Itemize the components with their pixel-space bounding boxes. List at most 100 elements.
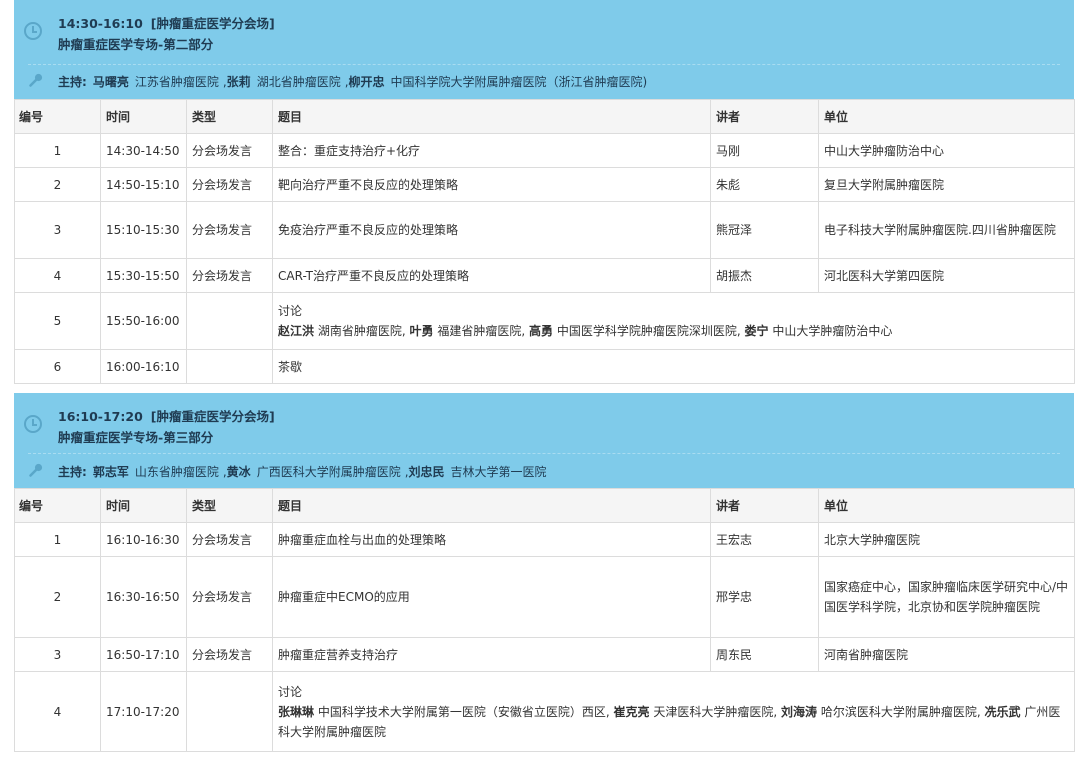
discussant-org: 天津医科大学肿瘤医院	[653, 704, 774, 719]
header-time: 时间	[100, 99, 187, 134]
discussant-name: 冼乐武	[984, 704, 1021, 719]
table-header-row: 编号 时间 类型 题目 讲者 单位	[14, 488, 1075, 523]
session-time-range: 14:30-16:10	[58, 16, 143, 31]
header-time: 时间	[100, 488, 187, 523]
discussant-org: 福建省肿瘤医院	[437, 324, 522, 338]
cell-type	[186, 349, 273, 384]
discussant-name: 娄宁	[744, 324, 769, 338]
session-hosts: 主持: 郭志军 山东省肿瘤医院 ,黄冰 广西医科大学附属肿瘤医院 ,刘忠民 吉林大学第一医院	[58, 463, 551, 480]
cell-topic: 肿瘤重症营养支持治疗	[272, 637, 711, 672]
cell-no: 2	[14, 556, 101, 638]
clock-icon	[24, 415, 42, 433]
cell-org: 复旦大学附属肿瘤医院	[818, 167, 1075, 202]
separator: ,	[976, 704, 981, 719]
hosts-label: 主持:	[58, 75, 87, 89]
agenda-table: 编号 时间 类型 题目 讲者 单位 1 16:10-16:30 分会场发言 肿瘤…	[14, 488, 1075, 752]
discussion-label: 讨论	[278, 304, 303, 318]
cell-time: 16:50-17:10	[100, 637, 187, 672]
header-topic: 题目	[272, 488, 711, 523]
session-hosts: 主持: 马曙亮 江苏省肿瘤医院 ,张莉 湖北省肿瘤医院 ,柳开忠 中国科学院大学附属肿瘤医院…	[58, 73, 651, 90]
cell-time: 14:30-14:50	[100, 133, 187, 168]
separator: ,	[401, 324, 406, 338]
discussant-org: 中国科学技术大学附属第一医院（安徽省立医院）西区	[317, 704, 606, 719]
cell-time: 15:30-15:50	[100, 258, 187, 293]
header-type: 类型	[186, 99, 273, 134]
agenda-table: 编号 时间 类型 题目 讲者 单位 1 14:30-14:50 分会场发言 整合…	[14, 99, 1075, 384]
cell-org: 中山大学肿瘤防治中心	[818, 133, 1075, 168]
cell-speaker: 马刚	[710, 133, 819, 168]
cell-time: 16:10-16:30	[100, 522, 187, 557]
session-header: 16:10-17:20 [肿瘤重症医学分会场] 肿瘤重症医学专场-第三部分 主持:…	[14, 393, 1074, 488]
cell-time: 15:10-15:30	[100, 201, 187, 259]
cell-no: 4	[14, 671, 101, 752]
cell-topic: 免疫治疗严重不良反应的处理策略	[272, 201, 711, 259]
divider	[28, 453, 1060, 454]
divider	[28, 64, 1060, 65]
cell-no: 5	[14, 292, 101, 350]
discussant-name: 张琳琳	[278, 704, 315, 719]
discussant-name: 崔克亮	[613, 704, 650, 719]
discussant-org: 哈尔滨医科大学附属肿瘤医院	[820, 704, 977, 719]
discussant-org: 湖南省肿瘤医院	[317, 324, 402, 338]
table-row: 4 15:30-15:50 分会场发言 CAR-T治疗严重不良反应的处理策略 胡…	[14, 258, 1075, 293]
cell-org: 国家癌症中心，国家肿瘤临床医学研究中心/中国医学科学院，北京协和医学院肿瘤医院	[818, 556, 1075, 638]
host-org: 广西医科大学附属肿瘤医院	[256, 465, 401, 479]
cell-type: 分会场发言	[186, 167, 273, 202]
session-venue: [肿瘤重症医学分会场]	[150, 409, 275, 424]
cell-time: 16:30-16:50	[100, 556, 187, 638]
table-header-row: 编号 时间 类型 题目 讲者 单位	[14, 99, 1075, 134]
cell-type: 分会场发言	[186, 556, 273, 638]
table-row: 1 16:10-16:30 分会场发言 肿瘤重症血栓与出血的处理策略 王宏志 北…	[14, 522, 1075, 557]
cell-time: 16:00-16:10	[100, 349, 187, 384]
cell-org: 河北医科大学第四医院	[818, 258, 1075, 293]
table-row: 2 16:30-16:50 分会场发言 肿瘤重症中ECMO的应用 邢学忠 国家癌…	[14, 556, 1075, 638]
session-title: 16:10-17:20 [肿瘤重症医学分会场] 肿瘤重症医学专场-第三部分	[58, 406, 283, 448]
cell-discussion: 讨论 张琳琳 中国科学技术大学附属第一医院（安徽省立医院）西区, 崔克亮 天津医…	[272, 671, 1075, 752]
cell-no: 2	[14, 167, 101, 202]
cell-type: 分会场发言	[186, 258, 273, 293]
host-org: 中国科学院大学附属肿瘤医院（浙江省肿瘤医院)	[390, 75, 648, 89]
cell-topic: 整合：重症支持治疗+化疗	[272, 133, 711, 168]
session-venue: [肿瘤重症医学分会场]	[150, 16, 275, 31]
session-block: 14:30-16:10 [肿瘤重症医学分会场] 肿瘤重症医学专场-第二部分 主持:…	[14, 0, 1075, 384]
host-org: 湖北省肿瘤医院	[256, 75, 341, 89]
header-speaker: 讲者	[710, 488, 819, 523]
table-row: 2 14:50-15:10 分会场发言 靶向治疗严重不良反应的处理策略 朱彪 复…	[14, 167, 1075, 202]
cell-topic: CAR-T治疗严重不良反应的处理策略	[272, 258, 711, 293]
cell-type: 分会场发言	[186, 637, 273, 672]
cell-org: 电子科技大学附属肿瘤医院.四川省肿瘤医院	[818, 201, 1075, 259]
separator: ,	[736, 324, 741, 338]
agenda-page: 14:30-16:10 [肿瘤重症医学分会场] 肿瘤重症医学专场-第二部分 主持:…	[0, 0, 1080, 759]
microphone-icon	[29, 463, 43, 477]
discussant-name: 刘海涛	[781, 704, 818, 719]
cell-no: 1	[14, 522, 101, 557]
cell-org: 河南省肿瘤医院	[818, 637, 1075, 672]
header-topic: 题目	[272, 99, 711, 134]
cell-topic: 茶歇	[272, 349, 1075, 384]
cell-discussion: 讨论 赵江洪 湖南省肿瘤医院, 叶勇 福建省肿瘤医院, 高勇 中国医学科学院肿瘤…	[272, 292, 1075, 350]
header-org: 单位	[818, 99, 1075, 134]
discussant-org: 中山大学肿瘤防治中心	[772, 324, 893, 338]
cell-no: 6	[14, 349, 101, 384]
discussant-name: 赵江洪	[278, 324, 315, 338]
cell-speaker: 熊冠泽	[710, 201, 819, 259]
microphone-icon	[29, 73, 43, 87]
host-org: 吉林大学第一医院	[450, 465, 547, 479]
cell-topic: 肿瘤重症血栓与出血的处理策略	[272, 522, 711, 557]
discussion-label: 讨论	[278, 684, 303, 699]
session-block: 16:10-17:20 [肿瘤重症医学分会场] 肿瘤重症医学专场-第三部分 主持:…	[14, 393, 1075, 752]
clock-icon	[24, 22, 42, 40]
table-row: 1 14:30-14:50 分会场发言 整合：重症支持治疗+化疗 马刚 中山大学…	[14, 133, 1075, 168]
cell-speaker: 王宏志	[710, 522, 819, 557]
cell-type	[186, 292, 273, 350]
discussants: 赵江洪 湖南省肿瘤医院, 叶勇 福建省肿瘤医院, 高勇 中国医学科学院肿瘤医院深…	[278, 321, 1069, 341]
cell-org: 北京大学肿瘤医院	[818, 522, 1075, 557]
cell-type	[186, 671, 273, 752]
discussant-name: 高勇	[529, 324, 554, 338]
discussant-org: 中国医学科学院肿瘤医院深圳医院	[556, 324, 737, 338]
header-no: 编号	[14, 488, 101, 523]
header-speaker: 讲者	[710, 99, 819, 134]
header-org: 单位	[818, 488, 1075, 523]
cell-topic: 靶向治疗严重不良反应的处理策略	[272, 167, 711, 202]
cell-type: 分会场发言	[186, 133, 273, 168]
